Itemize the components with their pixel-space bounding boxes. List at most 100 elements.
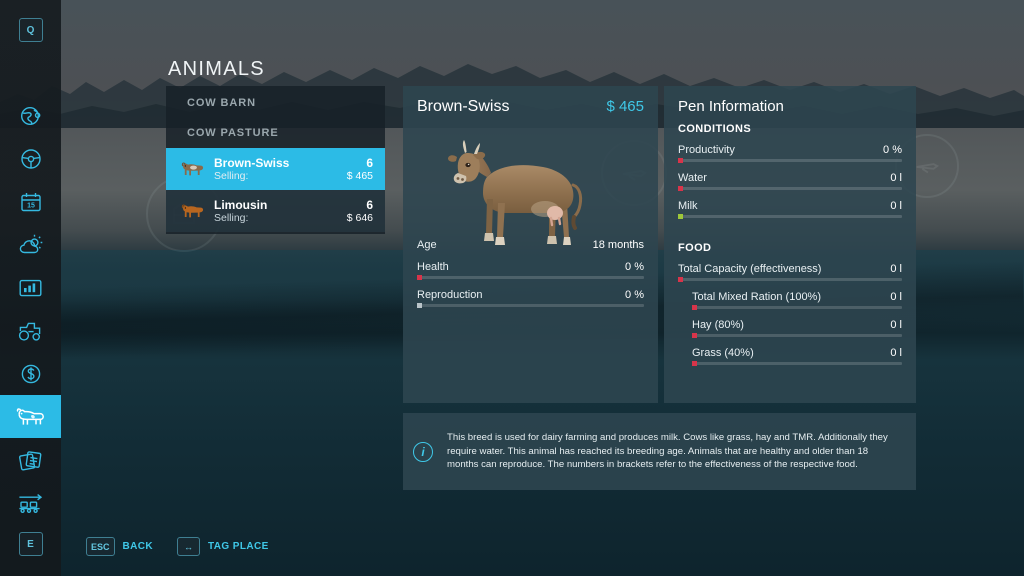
pen-value: 0 l <box>890 172 902 184</box>
sidebar-item-production[interactable] <box>0 481 61 524</box>
info-box: i This breed is used for dairy farming a… <box>403 413 916 490</box>
sidebar-item-machines[interactable] <box>0 309 61 352</box>
stat-marker <box>417 275 422 280</box>
detail-title: Brown-Swiss <box>417 98 510 115</box>
list-item-count: 6 <box>366 197 373 212</box>
pen-value: 0 l <box>890 200 902 212</box>
stat-value: 0 % <box>625 289 644 301</box>
animal-list-panel: COW BARN COW PASTURE Brown-Swiss 6 Selli… <box>166 86 385 234</box>
list-item-text: Brown-Swiss 6 Selling: $ 465 <box>214 156 373 183</box>
detail-price: $ 465 <box>606 98 644 115</box>
list-item-sublabel: Selling: <box>214 169 249 182</box>
svg-text:15: 15 <box>27 202 35 209</box>
animal-stats: Age 18 months Health 0 % Reproduction 0 … <box>417 239 644 317</box>
cow-thumbnail-icon <box>178 156 208 182</box>
pen-bar <box>678 158 902 163</box>
sidebar-item-animals[interactable] <box>0 395 61 438</box>
sidebar-item-map[interactable] <box>0 94 61 137</box>
pen-bar <box>678 214 902 219</box>
pen-bar <box>678 277 902 282</box>
dollar-icon <box>19 362 43 386</box>
list-item-count: 6 <box>366 155 373 170</box>
pen-marker <box>678 277 683 282</box>
animal-detail-panel: Brown-Swiss $ 465 Age 18 months Health 0… <box>403 86 658 403</box>
pen-label: Hay (80%) <box>692 319 744 331</box>
list-item-name: Brown-Swiss <box>214 155 290 170</box>
hint-label-tag-place: TAG PLACE <box>208 541 269 552</box>
stat-marker <box>417 303 422 308</box>
sidebar-menu: 15 <box>0 94 61 524</box>
pen-label: Productivity <box>678 144 735 156</box>
stat-value: 0 % <box>625 261 644 273</box>
production-icon <box>17 492 44 514</box>
sidebar-item-statistics[interactable] <box>0 266 61 309</box>
hint-label-back: BACK <box>122 541 154 552</box>
pen-value: 0 l <box>890 291 902 303</box>
pen-label: Total Mixed Ration (100%) <box>692 291 822 303</box>
sidebar-item-vehicles[interactable] <box>0 137 61 180</box>
sidebar-item-finances[interactable] <box>0 352 61 395</box>
pen-value: 0 l <box>890 319 902 331</box>
pen-title: Pen Information <box>678 98 784 115</box>
sidebar-item-calendar[interactable]: 15 <box>0 180 61 223</box>
cow-icon <box>16 405 46 429</box>
pen-row-water: Water 0 l <box>678 172 902 191</box>
info-text: This breed is used for dairy farming and… <box>447 432 888 471</box>
pen-marker <box>692 333 697 338</box>
list-item[interactable]: Brown-Swiss 6 Selling: $ 465 <box>166 148 385 190</box>
pen-label: Milk <box>678 200 698 212</box>
pen-bar <box>692 333 902 338</box>
food-section-label: FOOD <box>678 242 712 254</box>
list-item-sublabel: Selling: <box>214 211 249 224</box>
hint-key-arrows: ↔ <box>177 537 201 556</box>
stat-bar <box>417 275 644 280</box>
left-sidebar: Q 15 E <box>0 0 61 576</box>
detail-header: Brown-Swiss $ 465 <box>417 98 644 116</box>
pen-bar <box>678 186 902 191</box>
stat-row-reproduction: Reproduction 0 % <box>417 289 644 308</box>
sidebar-prev-key[interactable]: Q <box>18 18 43 42</box>
pen-information-panel: Pen Information CONDITIONS Productivity … <box>664 86 916 403</box>
contracts-icon <box>18 448 44 472</box>
sidebar-item-contracts[interactable] <box>0 438 61 481</box>
pen-marker <box>692 305 697 310</box>
list-item[interactable]: Limousin 6 Selling: $ 646 <box>166 190 385 232</box>
globe-map-icon <box>19 104 43 128</box>
game-menu-screen: Q 15 E ANIMALS COW BARN COW PASTURE Brow… <box>0 0 1024 576</box>
pen-value: 0 % <box>883 144 902 156</box>
pen-row-grass: Grass (40%) 0 l <box>678 347 902 366</box>
pen-marker <box>692 361 697 366</box>
list-item-name: Limousin <box>214 197 268 212</box>
statistics-icon <box>18 277 43 299</box>
conditions-section-label: CONDITIONS <box>678 123 752 135</box>
list-item-price: $ 646 <box>346 211 373 224</box>
calendar-icon: 15 <box>19 190 43 214</box>
stat-label: Health <box>417 261 449 273</box>
page-title: ANIMALS <box>168 58 265 80</box>
footer-hints: ESC BACK ↔ TAG PLACE <box>86 537 269 556</box>
list-header-cow-barn[interactable]: COW BARN <box>166 86 385 118</box>
pen-row-milk: Milk 0 l <box>678 200 902 219</box>
sidebar-item-weather[interactable] <box>0 223 61 266</box>
pen-marker <box>678 186 683 191</box>
pen-marker <box>678 214 683 219</box>
steering-wheel-icon <box>19 147 43 171</box>
sidebar-next-key[interactable]: E <box>18 532 43 556</box>
list-item-text: Limousin 6 Selling: $ 646 <box>214 198 373 225</box>
tractor-icon <box>17 320 44 342</box>
hint-tag-place[interactable]: ↔ TAG PLACE <box>177 537 269 556</box>
list-item-price: $ 465 <box>346 169 373 182</box>
pen-value: 0 l <box>890 347 902 359</box>
stat-row-age: Age 18 months <box>417 239 644 251</box>
pen-value: 0 l <box>890 263 902 275</box>
stat-value: 18 months <box>592 239 644 251</box>
hint-back[interactable]: ESC BACK <box>86 537 153 556</box>
weather-icon <box>18 233 44 257</box>
cow-thumbnail-icon <box>178 198 208 224</box>
pen-label: Total Capacity (effectiveness) <box>678 263 822 275</box>
hint-key-esc: ESC <box>86 537 115 556</box>
stat-bar <box>417 303 644 308</box>
pen-marker <box>678 158 683 163</box>
list-header-cow-pasture[interactable]: COW PASTURE <box>166 118 385 148</box>
info-icon: i <box>413 441 433 462</box>
